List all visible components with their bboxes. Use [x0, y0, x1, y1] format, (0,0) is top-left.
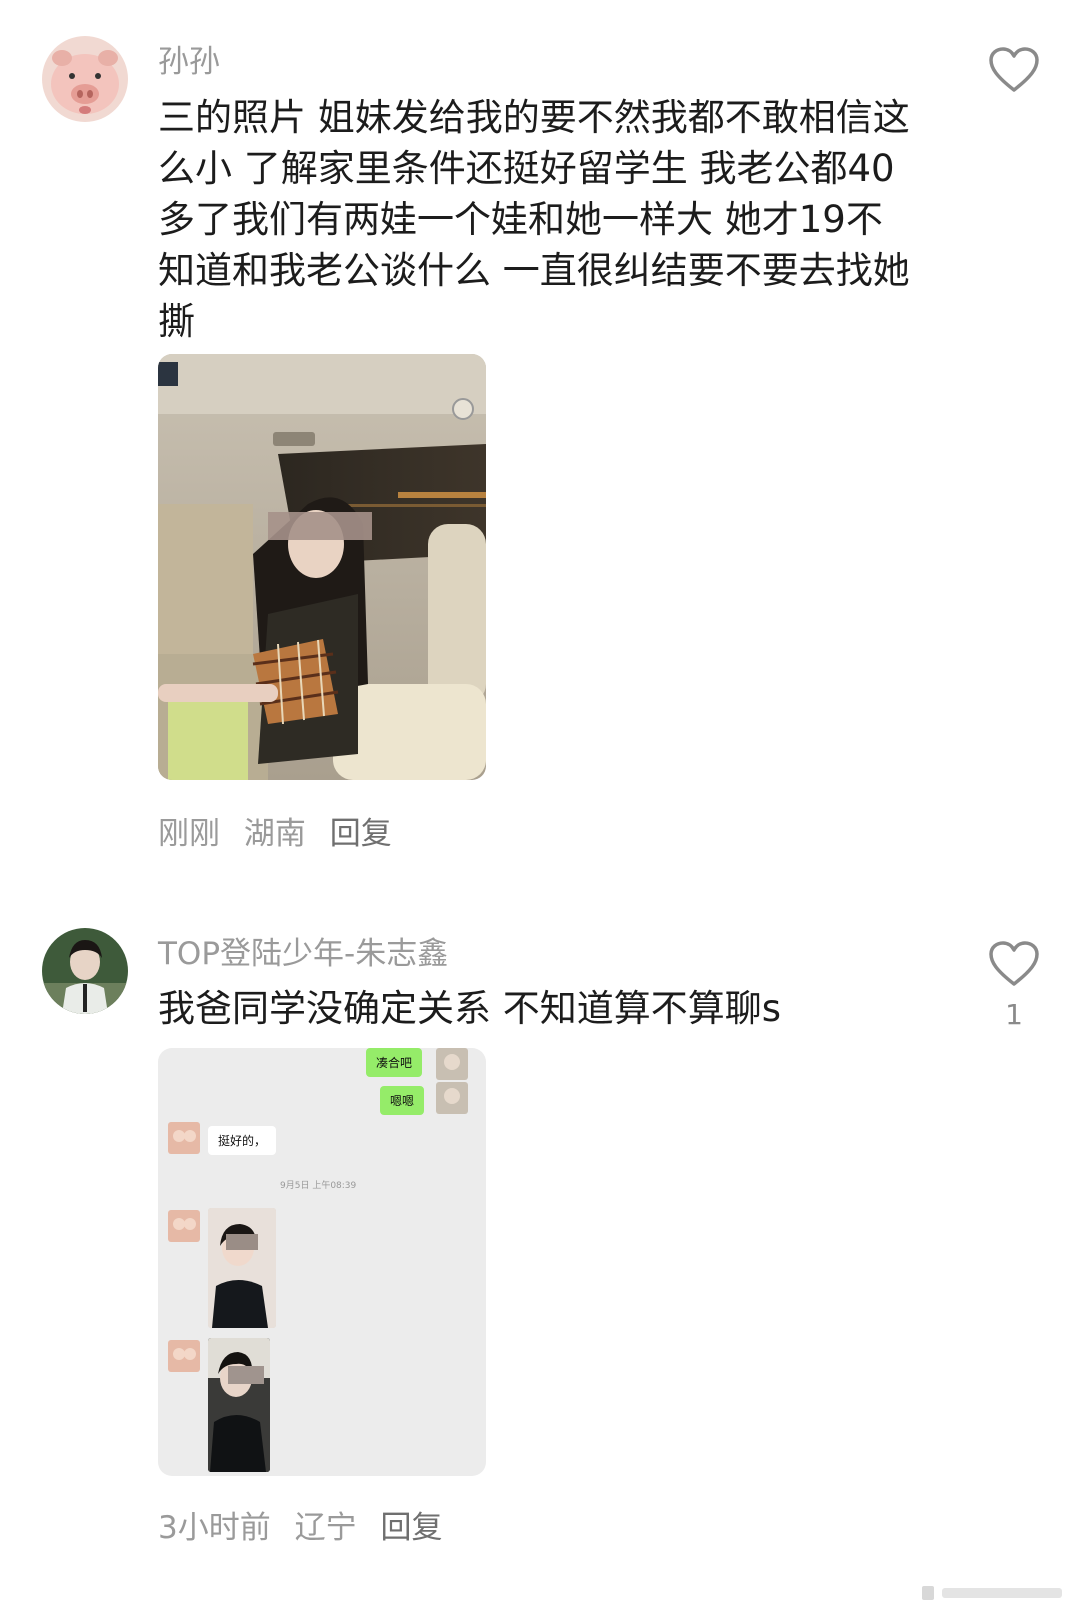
comment-time: 刚刚: [158, 816, 220, 852]
chat-avatar-icon: [168, 1122, 200, 1154]
chat-avatar-icon: [436, 1082, 468, 1114]
comment-photo[interactable]: 凑合吧 嗯嗯 挺好的， 9月5日 上午08:39: [158, 1048, 486, 1476]
watermark-logo-icon: [922, 1586, 1062, 1600]
chat-avatar-icon: [436, 1048, 468, 1080]
username[interactable]: TOP登陆少年-朱志鑫: [158, 928, 448, 973]
chat-photo: [208, 1338, 270, 1472]
chat-photo: [208, 1208, 276, 1328]
chat-avatar: [168, 1122, 200, 1154]
person-avatar-icon: [42, 928, 128, 1014]
comment-location: 湖南: [243, 816, 306, 852]
chat-avatar: [168, 1210, 200, 1242]
comment-text: 我爸同学没确定关系 不知道算不算聊s: [158, 987, 782, 1030]
chat-avatar: [168, 1340, 200, 1372]
chat-avatar: [436, 1082, 468, 1114]
pig-avatar-icon: [42, 36, 128, 122]
watermark: [918, 1580, 1068, 1604]
like-button[interactable]: [988, 46, 1040, 94]
person-photo-icon: [208, 1208, 276, 1328]
avatar[interactable]: [42, 36, 128, 122]
username[interactable]: 孙孙: [158, 36, 220, 81]
comment-location: 辽宁: [294, 1510, 357, 1546]
person-photo-icon: [208, 1338, 270, 1472]
comment-time: 3小时前: [158, 1510, 271, 1546]
comment-meta: 刚刚 湖南 回复: [158, 808, 406, 853]
comment-text: 三的照片 姐妹发给我的要不然我都不敢相信这么小 了解家里条件还挺好留学生 我老公…: [158, 96, 910, 343]
car-interior-photo: [158, 354, 486, 780]
heart-icon: [989, 941, 1039, 986]
comment-meta: 3小时前 辽宁 回复: [158, 1502, 456, 1547]
chat-bubble-right: 凑合吧: [366, 1048, 423, 1077]
comment-item: TOP登陆少年-朱志鑫 我爸同学没确定关系 不知道算不算聊s 凑合吧 嗯嗯 挺好…: [0, 900, 1080, 1614]
chat-avatar-icon: [168, 1210, 200, 1242]
reply-button[interactable]: 回复: [330, 816, 392, 852]
like-button[interactable]: [988, 940, 1040, 988]
heart-icon: [989, 47, 1039, 92]
chat-avatar: [436, 1048, 468, 1080]
chat-bubble-left: 挺好的，: [208, 1126, 277, 1155]
comment-photo[interactable]: [158, 354, 486, 780]
chat-timestamp: 9月5日 上午08:39: [280, 1181, 357, 1191]
like-count: 1: [1005, 998, 1023, 1031]
comment-item: 孙孙 三的照片 姐妹发给我的要不然我都不敢相信这么小 了解家里条件还挺好留学生 …: [0, 0, 1080, 880]
reply-button[interactable]: 回复: [380, 1510, 442, 1546]
avatar[interactable]: [42, 928, 128, 1014]
chat-avatar-icon: [168, 1340, 200, 1372]
chat-bubble-right: 嗯嗯: [380, 1086, 425, 1115]
